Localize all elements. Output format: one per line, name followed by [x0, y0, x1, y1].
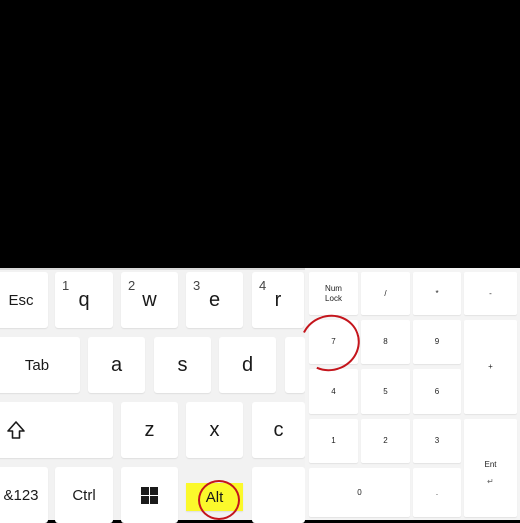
numpad-8[interactable]: 8: [361, 320, 410, 364]
key-label: 6: [434, 386, 440, 396]
enter-icon: ↵: [487, 477, 494, 486]
key-a[interactable]: a: [88, 337, 145, 393]
windows-icon: [141, 486, 158, 504]
key-label: s: [177, 354, 188, 376]
key-space-partial[interactable]: [252, 467, 305, 523]
shift-key[interactable]: [0, 402, 113, 458]
key-label: 1: [331, 436, 336, 446]
shift-icon: [7, 421, 25, 439]
numpad-9[interactable]: 9: [413, 320, 461, 364]
key-label: &123: [3, 486, 39, 504]
key-x[interactable]: x: [186, 402, 243, 458]
key-e[interactable]: 3 e: [186, 272, 243, 328]
key-tab[interactable]: Tab: [0, 337, 80, 393]
key-r[interactable]: 4 r: [252, 272, 304, 328]
key-symbols[interactable]: &123: [0, 467, 48, 523]
key-w[interactable]: 2 w: [121, 272, 178, 328]
numpad-asterisk[interactable]: *: [413, 272, 461, 315]
key-label: +: [488, 362, 493, 372]
key-label: -: [489, 288, 492, 298]
key-label: d: [241, 354, 254, 376]
numpad-dot[interactable]: .: [413, 468, 461, 517]
numpad-6[interactable]: 6: [413, 369, 461, 414]
key-number: 4: [259, 278, 267, 293]
numpad-5[interactable]: 5: [361, 369, 410, 414]
key-alt[interactable]: Alt: [186, 483, 243, 511]
key-f-partial[interactable]: [285, 337, 305, 393]
key-label: 4: [331, 386, 336, 396]
key-label: Alt: [205, 488, 224, 506]
key-d[interactable]: d: [219, 337, 276, 393]
key-label: x: [209, 419, 220, 441]
key-c[interactable]: c: [252, 402, 305, 458]
numpad-7[interactable]: 7: [309, 320, 358, 364]
key-label: q: [78, 289, 90, 311]
numpad-numlock[interactable]: Num Lock: [309, 272, 358, 315]
key-esc[interactable]: Esc: [0, 272, 48, 328]
key-number: 3: [193, 278, 201, 293]
key-label: 8: [383, 337, 388, 347]
key-number: 1: [62, 278, 70, 293]
key-label: Ctrl: [72, 486, 96, 504]
key-z[interactable]: z: [121, 402, 178, 458]
key-label: c: [273, 419, 284, 441]
key-label: a: [110, 354, 123, 376]
key-label: 9: [434, 337, 440, 347]
numpad-2[interactable]: 2: [361, 419, 410, 463]
key-label: r: [274, 289, 282, 311]
key-label: *: [435, 288, 439, 298]
key-label: .: [435, 487, 439, 497]
key-label: /: [384, 288, 387, 298]
key-s[interactable]: s: [154, 337, 211, 393]
numpad-enter[interactable]: Ent ↵: [464, 419, 517, 517]
key-label: Num Lock: [325, 284, 342, 303]
key-label: w: [142, 289, 157, 311]
numpad-1[interactable]: 1: [309, 419, 358, 463]
key-label: 5: [383, 386, 388, 396]
key-windows[interactable]: [121, 467, 178, 523]
numpad-0[interactable]: 0: [309, 468, 410, 517]
numpad-minus[interactable]: -: [464, 272, 517, 315]
numpad-plus[interactable]: +: [464, 320, 517, 414]
key-label: 7: [331, 337, 336, 347]
key-label: Tab: [24, 356, 50, 374]
key-label: 3: [434, 436, 440, 446]
black-overlay: [0, 0, 520, 268]
key-label: 2: [383, 436, 388, 446]
numpad-4[interactable]: 4: [309, 369, 358, 414]
numpad-slash[interactable]: /: [361, 272, 410, 315]
key-label: Ent: [484, 460, 497, 470]
key-label: Esc: [8, 291, 34, 309]
key-number: 2: [128, 278, 136, 293]
numpad-3[interactable]: 3: [413, 419, 461, 463]
key-q[interactable]: 1 q: [55, 272, 113, 328]
key-ctrl[interactable]: Ctrl: [55, 467, 113, 523]
key-label: 0: [357, 487, 362, 497]
key-label: z: [144, 419, 155, 441]
key-label: e: [208, 289, 221, 311]
